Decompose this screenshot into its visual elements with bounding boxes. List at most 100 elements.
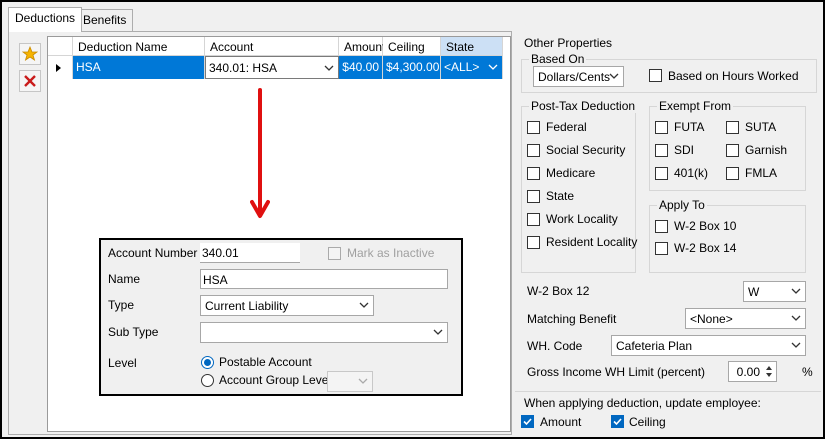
exempt-sdi-checkbox[interactable]: [655, 144, 668, 157]
mark-inactive-checkbox[interactable]: [328, 247, 341, 260]
gross-income-value: 0.00: [736, 365, 760, 379]
apply-w2-box14-checkbox[interactable]: [655, 242, 668, 255]
matching-benefit-select[interactable]: <None>: [685, 308, 806, 329]
post-tax-social-security-checkbox[interactable]: [527, 144, 540, 157]
w2-box12-label: W-2 Box 12: [527, 284, 590, 298]
w2-box12-value: W: [748, 285, 760, 299]
gross-income-spinner[interactable]: 0.00: [728, 361, 777, 382]
apply-to-group: Apply To: [649, 198, 806, 273]
state-combo[interactable]: <ALL>: [441, 56, 503, 79]
chevron-down-icon: [791, 288, 801, 294]
account-number-field[interactable]: 340.01: [200, 243, 300, 263]
column-header-amount[interactable]: Amount: [339, 37, 385, 56]
wh-code-value: Cafeteria Plan: [616, 339, 693, 353]
type-label: Type: [108, 298, 135, 312]
account-group-level-radio[interactable]: [201, 374, 214, 387]
exempt-suta-label: SUTA: [745, 120, 777, 134]
wh-code-label: WH. Code: [527, 339, 583, 353]
cell-deduction-name[interactable]: HSA: [73, 56, 205, 79]
exempt-401k-label: 401(k): [674, 166, 709, 180]
matching-benefit-label: Matching Benefit: [527, 312, 617, 326]
exempt-futa-checkbox[interactable]: [655, 121, 668, 134]
column-header-account[interactable]: Account: [205, 37, 339, 56]
update-ceiling-checkbox[interactable]: [611, 415, 624, 428]
new-star-icon: [22, 46, 38, 61]
exempt-fmla-checkbox[interactable]: [726, 167, 739, 180]
window-frame: Deductions Benefits Deduction Name Accou…: [0, 0, 825, 439]
post-tax-federal-label: Federal: [546, 120, 587, 134]
chevron-down-icon: [359, 302, 369, 308]
post-tax-state-label: State: [546, 189, 575, 203]
add-deduction-button[interactable]: [19, 43, 41, 65]
chevron-down-icon: [791, 342, 801, 348]
chevron-down-icon: [324, 65, 334, 71]
account-combo-value: 340.01: HSA: [209, 61, 278, 75]
row-pointer-icon: [56, 64, 61, 72]
apply-w2-box14-label: W-2 Box 14: [674, 241, 737, 255]
gross-income-label: Gross Income WH Limit (percent): [527, 365, 706, 379]
subtype-select[interactable]: [200, 322, 448, 343]
postable-account-label: Postable Account: [219, 355, 312, 369]
chevron-down-icon: [609, 73, 619, 79]
column-header-state[interactable]: State: [441, 37, 503, 56]
column-header-ceiling[interactable]: Ceiling: [383, 37, 441, 56]
red-arrow-annotation: [250, 88, 270, 218]
mark-inactive-label: Mark as Inactive: [347, 246, 435, 260]
based-on-value: Dollars/Cents: [538, 70, 611, 84]
exempt-garnish-checkbox[interactable]: [726, 144, 739, 157]
subtype-label: Sub Type: [108, 325, 159, 339]
post-tax-medicare-label: Medicare: [546, 166, 596, 180]
apply-w2-box10-label: W-2 Box 10: [674, 219, 737, 233]
account-combo[interactable]: 340.01: HSA: [205, 56, 339, 79]
post-tax-medicare-checkbox[interactable]: [527, 167, 540, 180]
post-tax-work-locality-label: Work Locality: [546, 212, 618, 226]
other-properties-title: Other Properties: [524, 36, 613, 50]
post-tax-work-locality-checkbox[interactable]: [527, 213, 540, 226]
post-tax-title: Post-Tax Deduction: [529, 99, 638, 113]
exempt-fmla-label: FMLA: [745, 166, 778, 180]
spinner-arrows-icon[interactable]: [764, 363, 774, 380]
check-icon: [523, 418, 532, 426]
tab-benefits[interactable]: Benefits: [76, 9, 134, 31]
group-level-select[interactable]: [327, 371, 373, 392]
chevron-down-icon: [488, 64, 498, 70]
delete-deduction-button[interactable]: [19, 70, 41, 92]
update-amount-checkbox[interactable]: [521, 415, 534, 428]
wh-code-select[interactable]: Cafeteria Plan: [611, 335, 806, 356]
exempt-sdi-label: SDI: [674, 143, 695, 157]
cell-ceiling[interactable]: $4,300.00: [383, 56, 441, 79]
apply-w2-box10-checkbox[interactable]: [655, 220, 668, 233]
post-tax-state-checkbox[interactable]: [527, 190, 540, 203]
column-header-deduction-name[interactable]: Deduction Name: [73, 37, 205, 56]
grid-corner-header: [48, 37, 73, 56]
level-label: Level: [108, 356, 137, 370]
state-combo-value: <ALL>: [444, 60, 480, 74]
post-tax-resident-locality-checkbox[interactable]: [527, 236, 540, 249]
table-row[interactable]: HSA 340.01: HSA $40.00 $4,300.00 <ALL>: [48, 56, 503, 79]
name-field[interactable]: HSA: [200, 269, 448, 289]
row-selector[interactable]: [48, 56, 73, 79]
name-label: Name: [108, 272, 141, 286]
delete-x-icon: [24, 75, 36, 87]
based-on-hours-checkbox[interactable]: [649, 69, 662, 82]
exempt-401k-checkbox[interactable]: [655, 167, 668, 180]
matching-benefit-value: <None>: [690, 312, 733, 326]
chevron-down-icon: [358, 378, 368, 384]
based-on-title: Based On: [529, 52, 587, 66]
gross-income-unit: %: [802, 365, 813, 379]
chevron-down-icon: [791, 315, 801, 321]
based-on-select[interactable]: Dollars/Cents: [533, 66, 624, 87]
postable-account-radio[interactable]: [201, 356, 214, 369]
w2-box12-select[interactable]: W: [743, 281, 806, 302]
exempt-suta-checkbox[interactable]: [726, 121, 739, 134]
post-tax-federal-checkbox[interactable]: [527, 121, 540, 134]
check-icon: [613, 418, 622, 426]
update-amount-label: Amount: [540, 415, 582, 429]
type-select[interactable]: Current Liability: [200, 295, 374, 316]
post-tax-social-security-label: Social Security: [546, 143, 626, 157]
cell-amount[interactable]: $40.00: [339, 56, 383, 79]
account-number-label: Account Number: [108, 246, 198, 260]
account-group-level-label: Account Group Level: [219, 373, 332, 387]
exempt-from-title: Exempt From: [657, 99, 734, 113]
tab-deductions[interactable]: Deductions: [8, 7, 83, 32]
